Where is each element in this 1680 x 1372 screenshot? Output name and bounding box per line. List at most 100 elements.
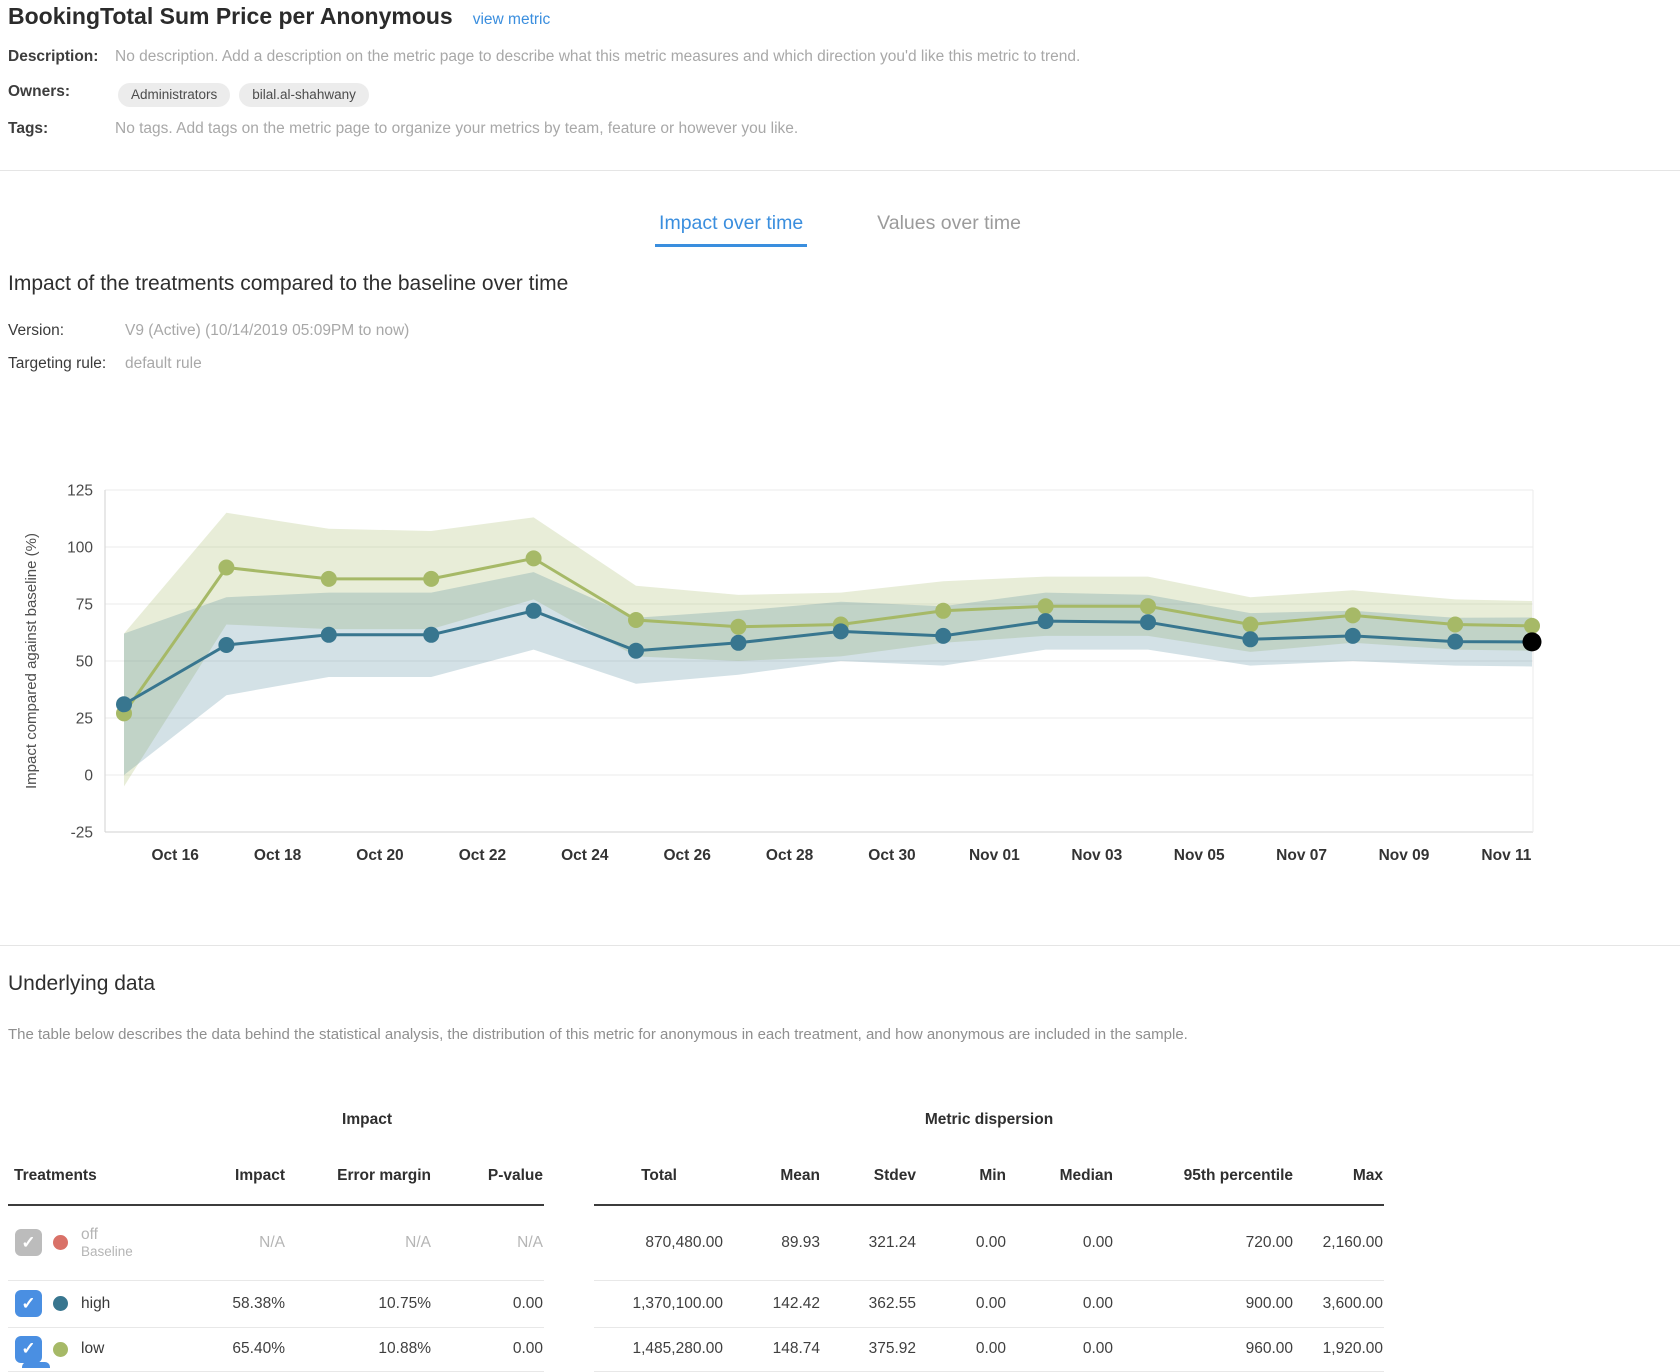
error-margin-cell: 10.75% [286,1280,432,1327]
treatment-label: high [81,1295,110,1313]
p-value-cell: N/A [432,1205,544,1280]
confidence-bands [124,513,1532,787]
low-data-point [1345,607,1361,623]
high-data-point [1038,613,1054,629]
x-tick-label: Nov 09 [1379,847,1430,864]
high-data-point [628,643,644,659]
y-tick-label: 50 [76,654,94,671]
tab-impact-over-time[interactable]: Impact over time [655,208,807,247]
treatment-row-off-baseline: ✓ off Baseline N/A N/A N/A 870,480.00 89… [8,1205,1384,1280]
owner-badge: Administrators [118,83,230,107]
treatment-off-checkbox[interactable]: ✓ [15,1229,42,1256]
x-axis-labels: Oct 16Oct 18Oct 20Oct 22Oct 24Oct 26Oct … [152,847,1532,864]
total-cell: 1,370,100.00 [594,1280,724,1327]
metric-dispersion-group-header: Metric dispersion [594,1103,1384,1148]
x-tick-label: Oct 16 [152,847,200,864]
low-data-point [628,612,644,628]
y-tick-label: -25 [71,825,93,842]
owner-badge: bilal.al-shahwany [239,83,369,107]
x-tick-label: Oct 20 [356,847,403,864]
owners-row: Owners: Administrators bilal.al-shahwany [8,83,369,107]
partial-next-row-checkbox[interactable] [22,1362,50,1368]
x-tick-label: Nov 01 [969,847,1020,864]
treatment-row-low: ✓ low 65.40% 10.88% 0.00 1,485,280.00 14… [8,1327,1384,1371]
tags-label: Tags: [8,120,115,138]
stdev-cell: 375.92 [821,1327,917,1371]
low-data-point [1140,598,1156,614]
high-data-point [321,627,337,643]
underlying-data-subtitle: The table below describes the data behin… [8,1026,1188,1043]
total-cell: 1,485,280.00 [594,1327,724,1371]
high-data-point [1242,631,1258,647]
y-tick-label: 100 [67,540,93,557]
min-cell: 0.00 [917,1280,1007,1327]
view-metric-link[interactable]: view metric [473,11,551,29]
stdev-cell: 321.24 [821,1205,917,1280]
min-cell: 0.00 [917,1205,1007,1280]
mean-cell: 148.74 [724,1327,821,1371]
checkmark-icon: ✓ [21,1339,35,1359]
version-value: V9 (Active) (10/14/2019 05:09PM to now) [125,322,409,340]
treatment-high-checkbox[interactable]: ✓ [15,1290,42,1317]
x-tick-label: Oct 22 [459,847,506,864]
median-cell: 0.00 [1007,1205,1114,1280]
table-column-header-row: Treatments Impact Error margin P-value T… [8,1148,1384,1205]
impact-section-heading: Impact of the treatments compared to the… [8,272,568,296]
treatment-low-checkbox[interactable]: ✓ [15,1336,42,1363]
x-tick-label: Nov 05 [1174,847,1225,864]
low-data-point [526,550,542,566]
low-data-point [218,560,234,576]
low-data-point [935,603,951,619]
page-title: BookingTotal Sum Price per Anonymous [8,0,453,32]
low-data-point [1447,617,1463,633]
view-tabs: Impact over time Values over time [0,208,1680,247]
total-column-header: Total [594,1148,724,1205]
treatment-row-high: ✓ high 58.38% 10.75% 0.00 1,370,100.00 1… [8,1280,1384,1327]
high-data-point [1345,628,1361,644]
treatment-label: off Baseline [81,1226,133,1260]
tags-value: No tags. Add tags on the metric page to … [115,120,798,138]
mean-cell: 142.42 [724,1280,821,1327]
treatments-column-header: Treatments [8,1148,190,1205]
page-header: BookingTotal Sum Price per Anonymous vie… [8,0,550,32]
min-cell: 0.00 [917,1327,1007,1371]
x-tick-label: Oct 30 [868,847,915,864]
median-cell: 0.00 [1007,1280,1114,1327]
description-label: Description: [8,48,115,66]
table-group-header-row: Impact Metric dispersion [8,1103,1384,1148]
tab-values-over-time[interactable]: Values over time [873,208,1025,247]
version-label: Version: [8,322,125,340]
underlying-data-table: Impact Metric dispersion Treatments Impa… [8,1103,1384,1372]
targeting-rule-label: Targeting rule: [8,355,125,373]
x-tick-label: Oct 18 [254,847,302,864]
low-data-point [321,571,337,587]
current-value-marker [1523,632,1542,651]
y-axis-title: Impact compared against baseline (%) [23,533,40,789]
treatment-low-color-dot [53,1342,68,1357]
low-data-point [1242,617,1258,633]
high-data-point [1447,634,1463,650]
treatment-sublabel: Baseline [81,1244,133,1260]
targeting-rule-value: default rule [125,355,202,373]
high-data-point [423,627,439,643]
high-data-point [935,628,951,644]
targeting-rule-row: Targeting rule: default rule [8,355,202,373]
max-cell: 2,160.00 [1294,1205,1384,1280]
x-tick-label: Nov 07 [1276,847,1327,864]
95th-percentile-cell: 900.00 [1114,1280,1294,1327]
95th-percentile-cell: 960.00 [1114,1327,1294,1371]
high-data-point [833,623,849,639]
impact-cell: N/A [190,1205,286,1280]
x-tick-label: Nov 03 [1071,847,1122,864]
description-value: No description. Add a description on the… [115,48,1080,66]
high-data-point [1140,614,1156,630]
max-cell: 3,600.00 [1294,1280,1384,1327]
mean-column-header: Mean [724,1148,821,1205]
p-value-column-header: P-value [432,1148,544,1205]
checkmark-icon: ✓ [21,1294,35,1314]
mean-cell: 89.93 [724,1205,821,1280]
treatment-label: low [81,1340,104,1358]
error-margin-column-header: Error margin [286,1148,432,1205]
header-divider [0,170,1680,171]
p-value-cell: 0.00 [432,1327,544,1371]
